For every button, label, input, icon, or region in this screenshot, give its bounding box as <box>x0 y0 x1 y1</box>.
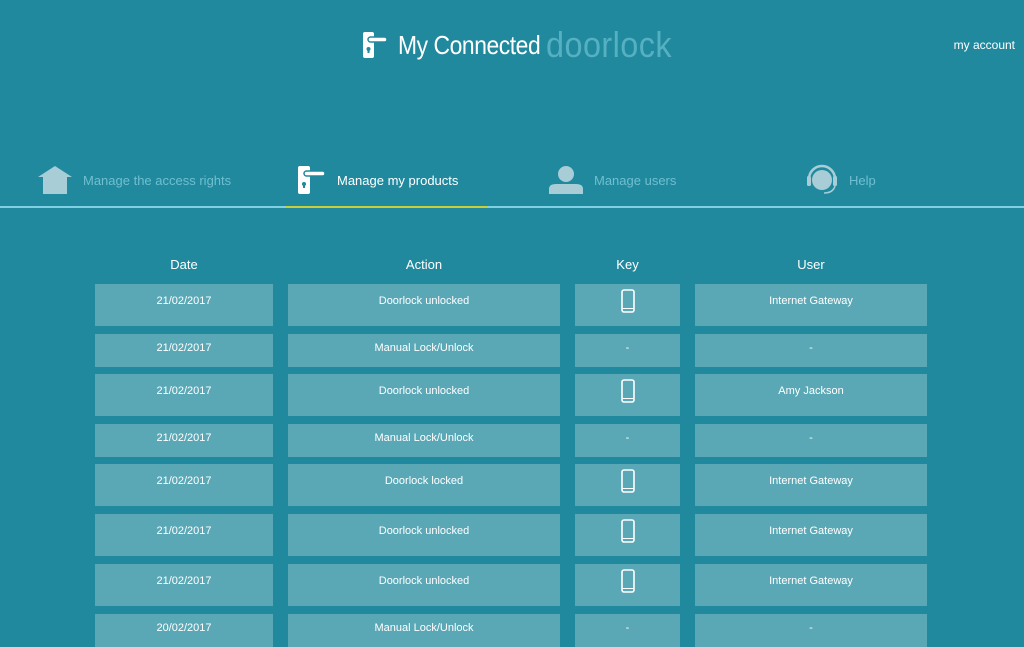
key-cell <box>575 374 680 416</box>
user-cell: - <box>695 424 927 457</box>
date-cell-text: 21/02/2017 <box>156 431 212 444</box>
tab-manage-users[interactable]: Manage users <box>548 155 676 205</box>
date-cell-text: 21/02/2017 <box>156 575 212 587</box>
column-header-date: Date <box>170 257 198 272</box>
smartphone-icon <box>620 469 635 493</box>
action-cell-text: Doorlock locked <box>384 475 464 487</box>
date-cell: 21/02/2017 <box>95 284 273 326</box>
date-cell-text: 21/02/2017 <box>156 475 212 487</box>
user-cell: Internet Gateway <box>695 284 927 326</box>
action-cell-text: Doorlock unlocked <box>378 295 470 307</box>
nav-divider <box>0 206 1024 208</box>
date-cell-text: 21/02/2017 <box>156 385 212 397</box>
app-subtitle: doorlock <box>545 24 672 65</box>
key-cell: - <box>575 424 680 457</box>
tab-label: Manage users <box>594 172 677 188</box>
key-cell <box>575 284 680 326</box>
action-cell-text: Manual Lock/Unlock <box>374 431 474 444</box>
date-cell: 21/02/2017 <box>95 374 273 416</box>
key-cell <box>575 514 680 556</box>
headset-icon <box>807 164 837 194</box>
app-logo: My Connected doorlock <box>362 24 686 66</box>
action-cell-text: Doorlock unlocked <box>378 385 470 397</box>
tab-manage-products[interactable]: Manage my products <box>297 155 458 205</box>
user-cell: Internet Gateway <box>695 564 927 606</box>
action-cell-text: Manual Lock/Unlock <box>374 341 474 354</box>
action-cell-text: Manual Lock/Unlock <box>374 621 474 634</box>
column-header-user: User <box>797 257 825 272</box>
user-cell: Internet Gateway <box>695 464 927 506</box>
user-icon <box>549 166 583 194</box>
user-cell: Amy Jackson <box>695 374 927 416</box>
action-cell: Doorlock unlocked <box>288 564 560 606</box>
main-nav: Manage the access rights Manage my produ… <box>0 155 1024 207</box>
tab-label: Help <box>849 172 876 188</box>
key-cell: - <box>575 334 680 367</box>
date-cell: 21/02/2017 <box>95 334 273 367</box>
smartphone-icon <box>620 289 635 313</box>
house-icon <box>38 166 72 194</box>
user-cell: Internet Gateway <box>695 514 927 556</box>
app-title: My Connected <box>398 29 541 60</box>
action-cell: Manual Lock/Unlock <box>288 334 560 367</box>
key-cell <box>575 464 680 506</box>
action-cell: Doorlock unlocked <box>288 374 560 416</box>
date-cell: 21/02/2017 <box>95 514 273 556</box>
door-handle-icon <box>363 32 388 58</box>
user-cell-text: Internet Gateway <box>769 475 853 487</box>
date-cell: 21/02/2017 <box>95 564 273 606</box>
smartphone-icon <box>620 569 635 593</box>
action-cell-text: Doorlock unlocked <box>378 525 470 537</box>
key-cell-text: - <box>625 621 630 634</box>
date-cell-text: 21/02/2017 <box>156 295 212 307</box>
action-cell: Doorlock locked <box>288 464 560 506</box>
action-cell: Manual Lock/Unlock <box>288 424 560 457</box>
tab-label: Manage my products <box>337 172 459 188</box>
door-handle-icon <box>298 166 326 194</box>
action-cell: Doorlock unlocked <box>288 284 560 326</box>
action-cell: Doorlock unlocked <box>288 514 560 556</box>
column-header-key: Key <box>616 257 639 272</box>
user-cell-text: - <box>809 431 813 444</box>
tab-label: Manage the access rights <box>83 172 232 188</box>
column-header-action: Action <box>405 257 443 272</box>
user-cell-text: - <box>809 621 813 634</box>
user-cell-text: Internet Gateway <box>769 525 853 537</box>
my-account-link[interactable]: my account <box>954 38 1015 52</box>
date-cell-text: 20/02/2017 <box>156 621 212 634</box>
date-cell: 21/02/2017 <box>95 424 273 457</box>
date-cell-text: 21/02/2017 <box>156 525 212 537</box>
key-cell-text: - <box>625 431 630 444</box>
active-tab-indicator <box>285 206 487 208</box>
user-cell-text: Amy Jackson <box>778 385 844 397</box>
action-cell-text: Doorlock unlocked <box>378 575 470 587</box>
key-cell <box>575 564 680 606</box>
user-cell-text: Internet Gateway <box>769 295 853 307</box>
date-cell: 21/02/2017 <box>95 464 273 506</box>
tab-access-rights[interactable]: Manage the access rights <box>37 155 231 205</box>
user-cell-text: - <box>809 341 813 354</box>
smartphone-icon <box>620 519 635 543</box>
key-cell-text: - <box>625 341 630 354</box>
user-cell: - <box>695 334 927 367</box>
smartphone-icon <box>620 379 635 403</box>
tab-help[interactable]: Help <box>805 155 876 205</box>
user-cell-text: Internet Gateway <box>769 575 853 587</box>
date-cell-text: 21/02/2017 <box>156 341 212 354</box>
